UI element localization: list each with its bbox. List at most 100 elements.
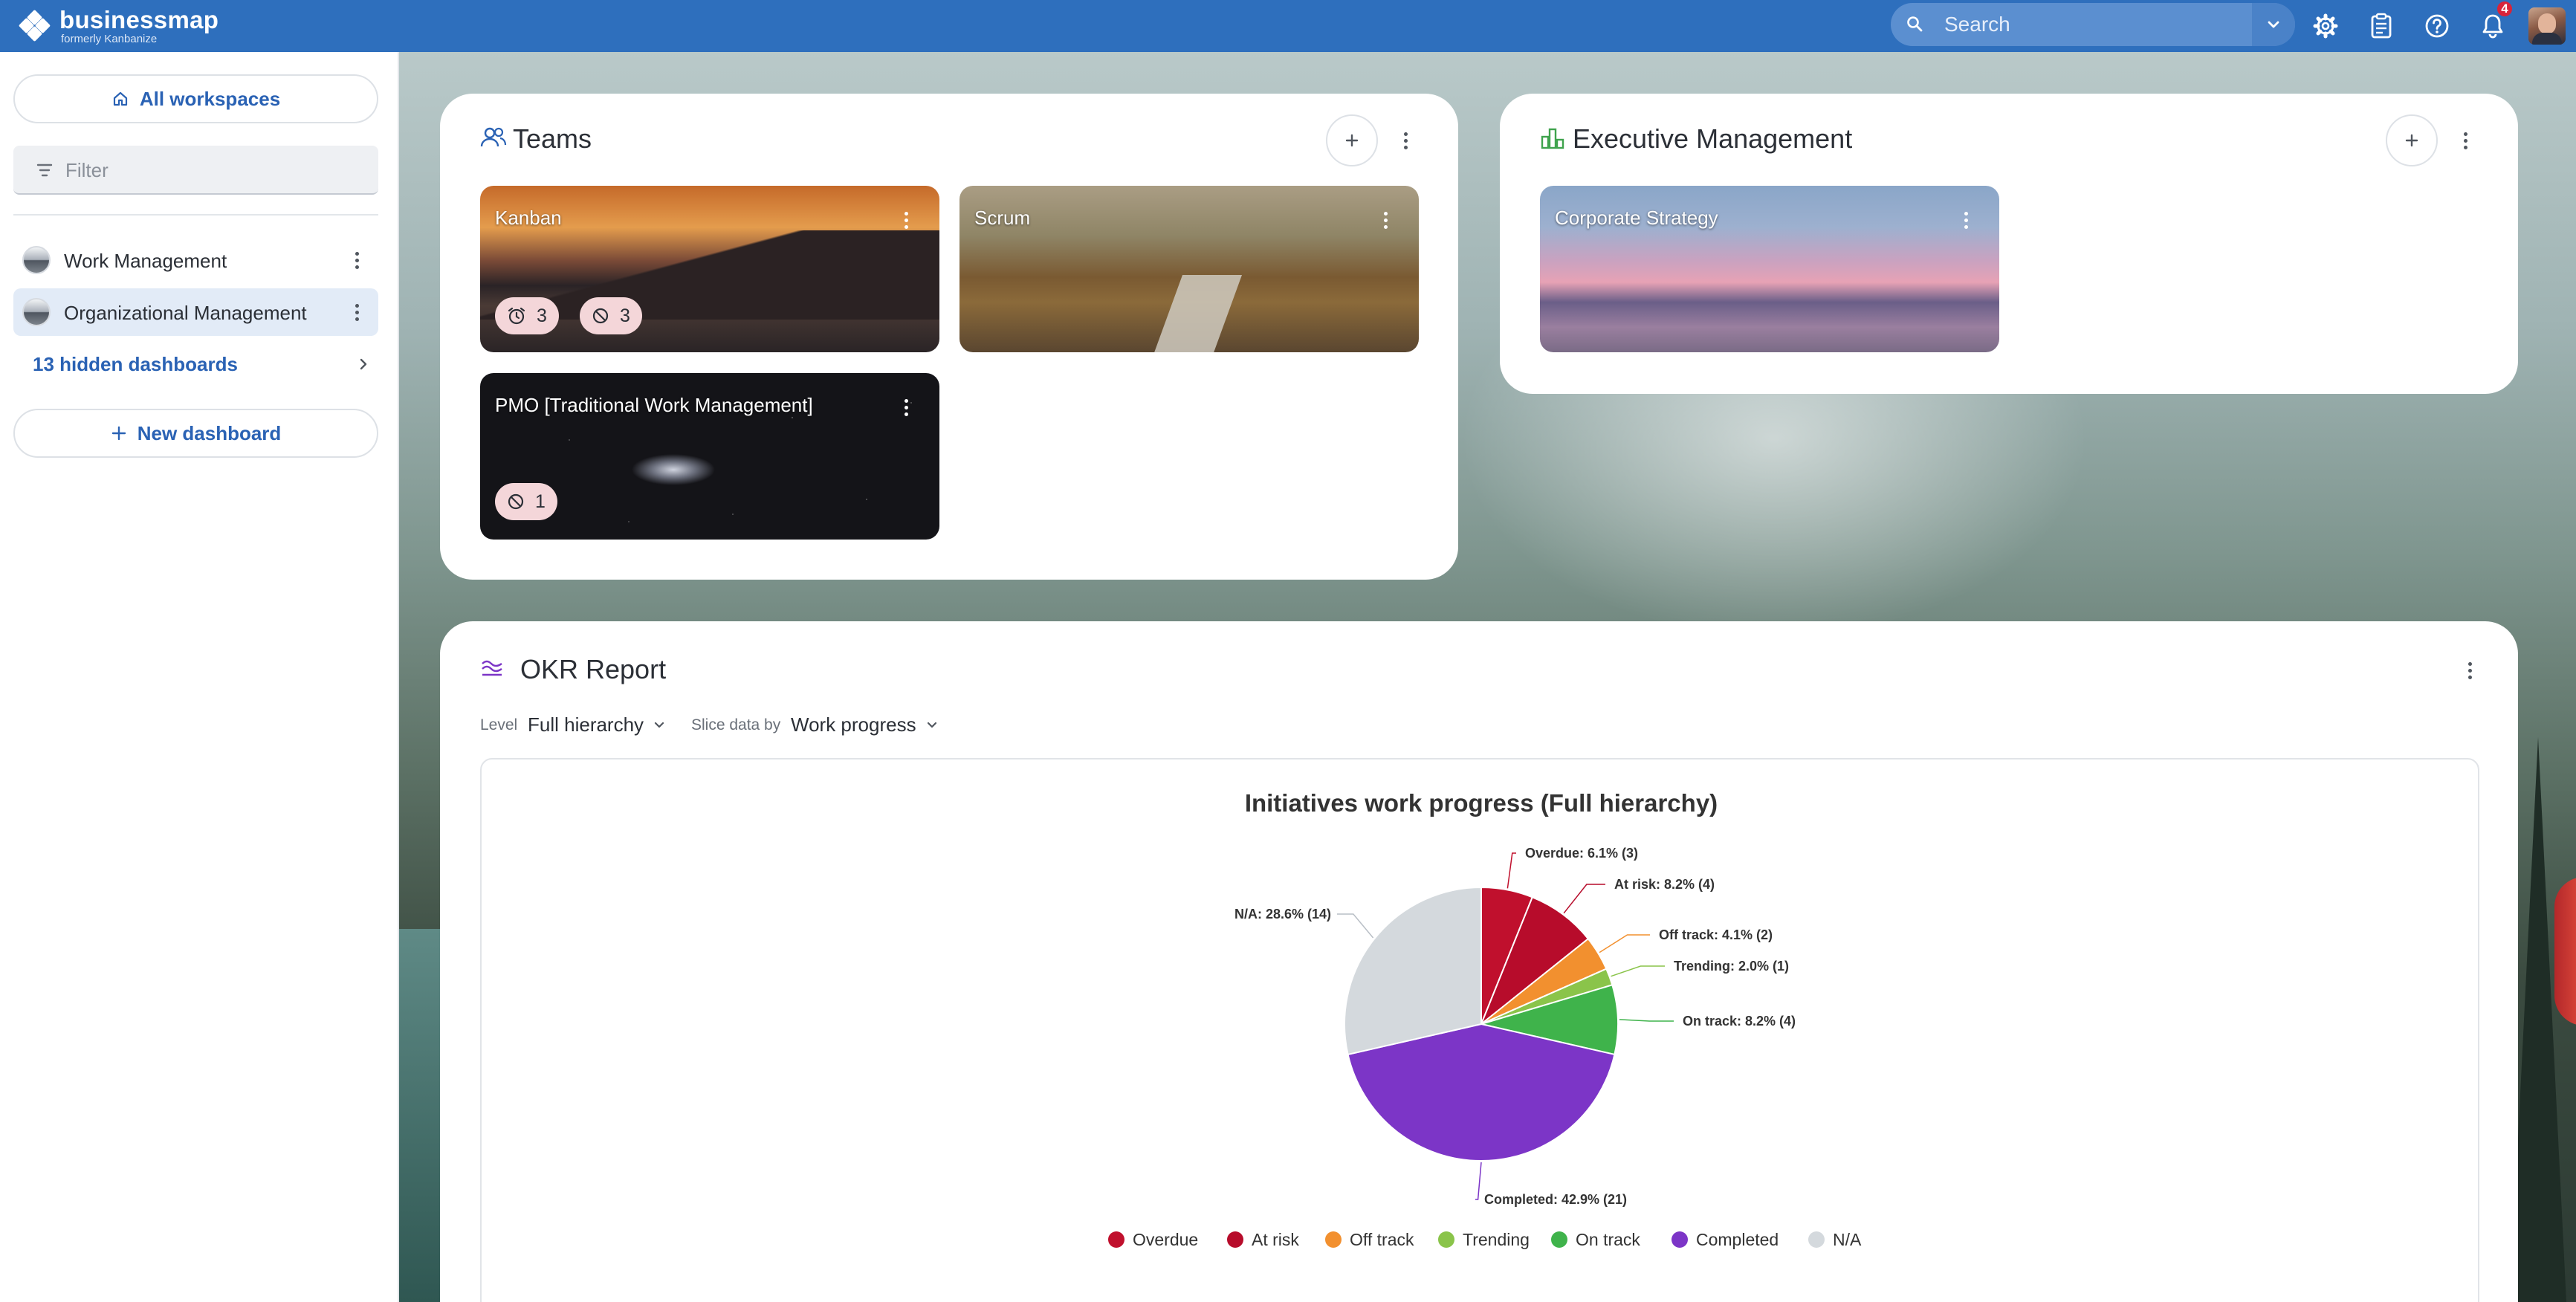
executive-title: Executive Management [1573,123,1853,154]
add-board-button[interactable] [2386,114,2438,166]
pie-connector [1507,852,1516,889]
bar-chart-icon [1541,128,1564,149]
slice-by-dropdown[interactable]: Work progress [791,713,939,736]
logo[interactable]: businessmap formerly Kanbanize [18,6,219,46]
report-icon [482,660,502,676]
pie-slice-label: On track: 8.2% (4) [1683,1014,1796,1029]
search-input[interactable] [1944,10,2227,39]
board-menu-button[interactable] [1955,205,1977,235]
all-workspaces-label: All workspaces [139,87,281,110]
all-workspaces-button[interactable]: All workspaces [13,74,378,123]
settings-button[interactable] [2308,9,2343,43]
legend-marker[interactable] [1108,1231,1124,1248]
plus-icon [1345,134,1359,147]
overdue-badge[interactable]: 3 [495,297,559,334]
chevron-down-icon [927,722,936,728]
legend-marker[interactable] [1551,1231,1567,1248]
okr-report-title: OKR Report [520,654,667,684]
board-card-kanban[interactable]: Kanban 3 3 [480,186,939,352]
legend-item[interactable]: Overdue [1133,1230,1198,1249]
chevron-down-icon [2268,21,2279,28]
work-items-button[interactable] [2364,9,2398,43]
blocked-badge[interactable]: 1 [495,483,557,520]
alarm-icon [508,307,525,325]
pie-connector [1563,884,1605,914]
okr-report-widget: OKR Report Level Full hierarchy Slice da… [440,621,2518,1302]
workspace-menu-button[interactable] [346,297,368,327]
level-label: Level [480,716,518,733]
filter-field[interactable] [13,146,378,195]
board-card-corporate-strategy[interactable]: Corporate Strategy [1540,186,1999,352]
team-icon [480,127,507,147]
top-bar: businessmap formerly Kanbanize Search 4 [0,0,2576,52]
workspace-item-organizational-management[interactable]: Organizational Management [13,288,378,336]
gear-icon [2313,13,2338,39]
pie-slice-label: Overdue: 6.1% (3) [1525,846,1638,861]
board-card-scrum[interactable]: Scrum [959,186,1419,352]
executive-menu-button[interactable] [2454,126,2476,155]
pie-slice-label: N/A: 28.6% (14) [1234,907,1331,922]
plus-icon [111,426,126,441]
legend-marker[interactable] [1438,1231,1454,1248]
blocked-icon [508,493,524,510]
pie-connector [1619,1019,1674,1022]
pie-slice-n-a[interactable] [1344,886,1482,1056]
hidden-dashboards-label: 13 hidden dashboards [33,352,238,375]
slice-by-label: Slice data by [691,716,781,733]
legend-marker[interactable] [1808,1231,1825,1248]
board-title: PMO [Traditional Work Management] [495,394,813,416]
pie-connector [1599,934,1650,953]
help-button[interactable] [2420,9,2454,43]
logo-name: businessmap [59,6,219,33]
legend-marker[interactable] [1672,1231,1688,1248]
pie-slice-label: At risk: 8.2% (4) [1614,877,1715,892]
board-title: Scrum [974,207,1031,229]
clipboard-icon [2371,13,2392,39]
home-icon [113,91,127,106]
search-scope-dropdown[interactable] [2252,3,2295,46]
legend-item[interactable]: Off track [1350,1230,1414,1249]
workspace-avatar [22,298,51,326]
search-box[interactable] [1891,3,2295,46]
workspace-item-work-management[interactable]: Work Management [13,236,378,284]
help-icon [2425,14,2449,38]
pie-connector [1337,913,1374,939]
pie-slice-label: Off track: 4.1% (2) [1659,927,1773,942]
pie-connector [1611,965,1665,977]
logo-mark-icon [18,9,51,42]
board-menu-button[interactable] [1374,205,1397,235]
level-dropdown[interactable]: Full hierarchy [528,713,666,736]
filter-input[interactable] [65,156,363,184]
new-dashboard-button[interactable]: New dashboard [13,409,378,458]
legend-item[interactable]: Completed [1696,1230,1779,1249]
logo-subtitle: formerly Kanbanize [61,33,158,45]
blocked-icon [592,308,609,324]
chevron-right-icon [360,358,367,370]
workspace-avatar [22,246,51,274]
search-icon [1907,16,1923,32]
notification-count-badge: 4 [2496,0,2514,18]
add-board-button[interactable] [1326,114,1378,166]
legend-marker[interactable] [1227,1231,1243,1248]
workspace-menu-button[interactable] [346,245,368,275]
user-avatar[interactable] [2528,7,2566,45]
blocked-count: 3 [620,305,630,326]
board-menu-button[interactable] [895,205,917,235]
board-menu-button[interactable] [895,392,917,422]
legend-item[interactable]: At risk [1252,1230,1299,1249]
legend-item[interactable]: N/A [1833,1230,1862,1249]
blocked-badge[interactable]: 3 [580,297,642,334]
hidden-dashboards-toggle[interactable]: 13 hidden dashboards [33,349,375,379]
level-value: Full hierarchy [528,713,644,736]
legend-item[interactable]: On track [1576,1230,1640,1249]
legend-item[interactable]: Trending [1463,1230,1530,1249]
teams-menu-button[interactable] [1394,126,1417,155]
sidebar: All workspaces Work Management Organizat… [0,52,399,1302]
workspace-label: Work Management [64,250,227,272]
legend-marker[interactable] [1325,1231,1342,1248]
overdue-count: 3 [537,305,547,326]
okr-menu-button[interactable] [2459,655,2481,685]
plus-icon [2405,134,2418,147]
board-card-pmo[interactable]: PMO [Traditional Work Management] 1 [480,373,939,540]
pie-connector [1475,1162,1482,1200]
